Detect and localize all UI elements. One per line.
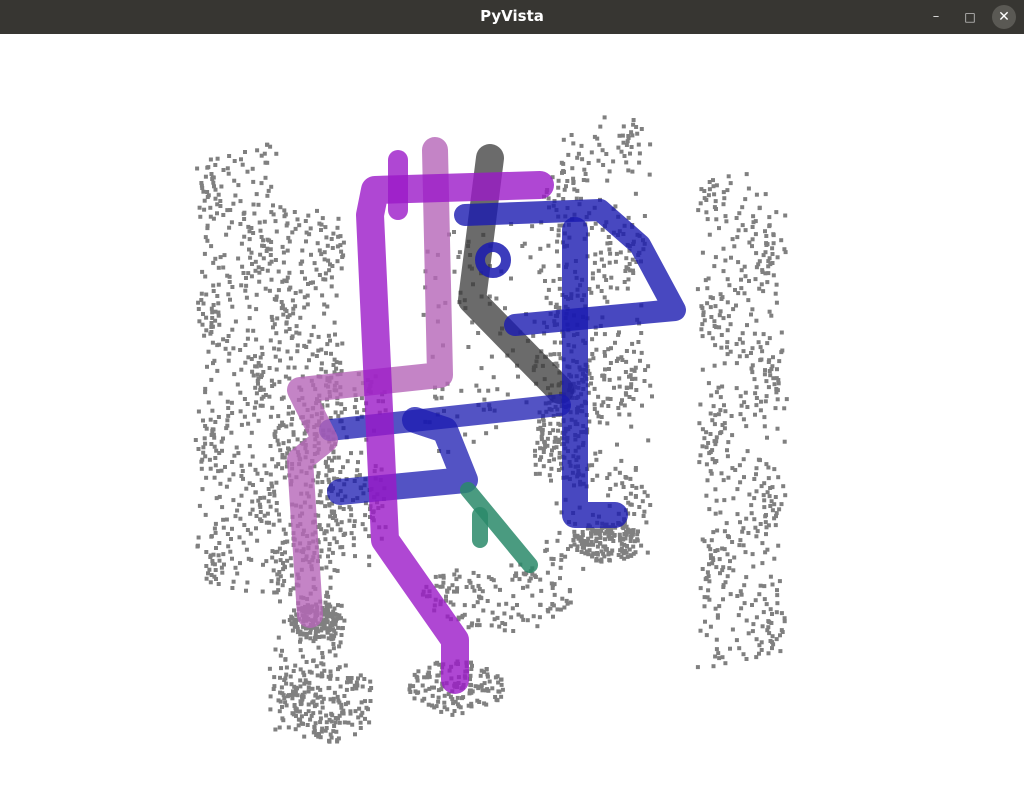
scene-canvas[interactable] xyxy=(0,34,1024,801)
title-bar: PyVista – □ ✕ xyxy=(0,0,1024,34)
close-button[interactable]: ✕ xyxy=(992,5,1016,29)
minimize-button[interactable]: – xyxy=(924,5,948,29)
maximize-button[interactable]: □ xyxy=(958,5,982,29)
pipe-blue-elbow xyxy=(475,242,511,278)
window-title: PyVista xyxy=(480,7,544,25)
render-viewport[interactable] xyxy=(0,34,1024,801)
